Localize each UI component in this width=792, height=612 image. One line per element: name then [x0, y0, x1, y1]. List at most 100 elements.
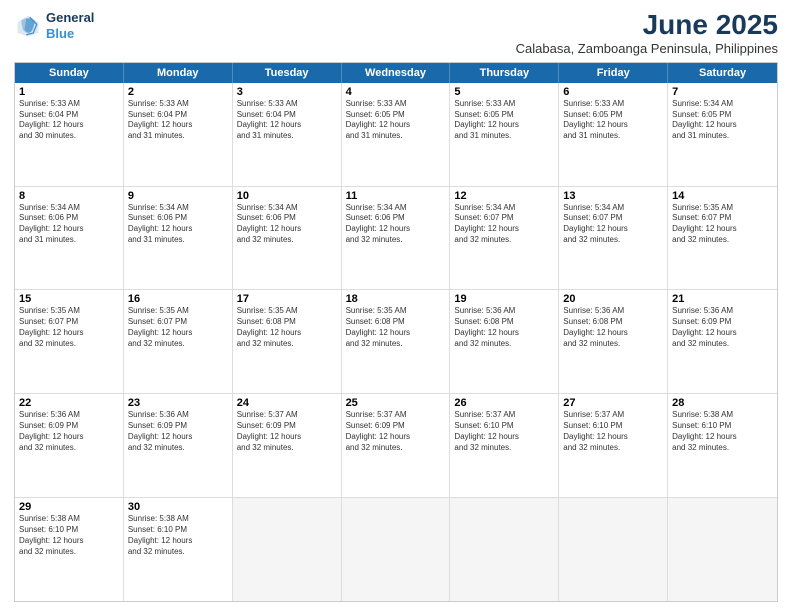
- logo-text: General Blue: [46, 10, 94, 41]
- header-day-wednesday: Wednesday: [342, 63, 451, 83]
- calendar-row-0: 1Sunrise: 5:33 AM Sunset: 6:04 PM Daylig…: [15, 83, 777, 187]
- calendar-cell: 26Sunrise: 5:37 AM Sunset: 6:10 PM Dayli…: [450, 394, 559, 497]
- cell-info: Sunrise: 5:37 AM Sunset: 6:10 PM Dayligh…: [454, 410, 554, 453]
- day-number: 16: [128, 293, 228, 305]
- day-number: 1: [19, 86, 119, 98]
- calendar-cell: 24Sunrise: 5:37 AM Sunset: 6:09 PM Dayli…: [233, 394, 342, 497]
- day-number: 25: [346, 397, 446, 409]
- day-number: 22: [19, 397, 119, 409]
- day-number: 29: [19, 501, 119, 513]
- calendar-row-1: 8 Sunrise: 5:34 AM Sunset: 6:06 PM Daylig…: [15, 187, 777, 291]
- day-number: 15: [19, 293, 119, 305]
- calendar-row-3: 22Sunrise: 5:36 AM Sunset: 6:09 PM Dayli…: [15, 394, 777, 498]
- calendar-cell: 17Sunrise: 5:35 AM Sunset: 6:08 PM Dayli…: [233, 290, 342, 393]
- cell-info: Sunrise: 5:33 AM Sunset: 6:04 PM Dayligh…: [128, 99, 228, 142]
- title-month: June 2025: [516, 10, 778, 41]
- header-day-saturday: Saturday: [668, 63, 777, 83]
- cell-info: Sunrise: 5:33 AM Sunset: 6:05 PM Dayligh…: [454, 99, 554, 142]
- cell-info: Sunrise: 5:37 AM Sunset: 6:10 PM Dayligh…: [563, 410, 663, 453]
- calendar-cell: 1Sunrise: 5:33 AM Sunset: 6:04 PM Daylig…: [15, 83, 124, 186]
- day-number: 26: [454, 397, 554, 409]
- day-number: 28: [672, 397, 773, 409]
- logo: General Blue: [14, 10, 94, 41]
- calendar-cell: 12Sunrise: 5:34 AM Sunset: 6:07 PM Dayli…: [450, 187, 559, 290]
- calendar-cell: 23Sunrise: 5:36 AM Sunset: 6:09 PM Dayli…: [124, 394, 233, 497]
- calendar-cell: 4Sunrise: 5:33 AM Sunset: 6:05 PM Daylig…: [342, 83, 451, 186]
- calendar-cell: 5Sunrise: 5:33 AM Sunset: 6:05 PM Daylig…: [450, 83, 559, 186]
- cell-info: Sunrise: 5:38 AM Sunset: 6:10 PM Dayligh…: [672, 410, 773, 453]
- calendar-cell: 30Sunrise: 5:38 AM Sunset: 6:10 PM Dayli…: [124, 498, 233, 601]
- calendar-cell: 25Sunrise: 5:37 AM Sunset: 6:09 PM Dayli…: [342, 394, 451, 497]
- calendar-cell: 15Sunrise: 5:35 AM Sunset: 6:07 PM Dayli…: [15, 290, 124, 393]
- calendar-header: SundayMondayTuesdayWednesdayThursdayFrid…: [15, 63, 777, 83]
- calendar-cell: 11Sunrise: 5:34 AM Sunset: 6:06 PM Dayli…: [342, 187, 451, 290]
- day-number: 24: [237, 397, 337, 409]
- header-day-monday: Monday: [124, 63, 233, 83]
- header-day-tuesday: Tuesday: [233, 63, 342, 83]
- calendar-cell: [233, 498, 342, 601]
- day-number: 2: [128, 86, 228, 98]
- day-number: 17: [237, 293, 337, 305]
- day-number: 20: [563, 293, 663, 305]
- calendar-cell: 19Sunrise: 5:36 AM Sunset: 6:08 PM Dayli…: [450, 290, 559, 393]
- day-number: 18: [346, 293, 446, 305]
- day-number: 6: [563, 86, 663, 98]
- calendar: SundayMondayTuesdayWednesdayThursdayFrid…: [14, 62, 778, 602]
- title-block: June 2025 Calabasa, Zamboanga Peninsula,…: [516, 10, 778, 56]
- calendar-cell: 10Sunrise: 5:34 AM Sunset: 6:06 PM Dayli…: [233, 187, 342, 290]
- day-number: 7: [672, 86, 773, 98]
- day-number: 30: [128, 501, 228, 513]
- cell-info: Sunrise: 5:33 AM Sunset: 6:04 PM Dayligh…: [237, 99, 337, 142]
- day-number: 23: [128, 397, 228, 409]
- calendar-cell: 28Sunrise: 5:38 AM Sunset: 6:10 PM Dayli…: [668, 394, 777, 497]
- calendar-cell: [559, 498, 668, 601]
- cell-info: Sunrise: 5:37 AM Sunset: 6:09 PM Dayligh…: [346, 410, 446, 453]
- calendar-cell: 13Sunrise: 5:34 AM Sunset: 6:07 PM Dayli…: [559, 187, 668, 290]
- day-number: 9: [128, 190, 228, 202]
- calendar-cell: 29Sunrise: 5:38 AM Sunset: 6:10 PM Dayli…: [15, 498, 124, 601]
- logo-icon: [14, 12, 42, 40]
- title-location: Calabasa, Zamboanga Peninsula, Philippin…: [516, 41, 778, 56]
- day-number: 27: [563, 397, 663, 409]
- header-day-thursday: Thursday: [450, 63, 559, 83]
- cell-info: Sunrise: 5:38 AM Sunset: 6:10 PM Dayligh…: [19, 514, 119, 557]
- day-number: 13: [563, 190, 663, 202]
- calendar-cell: [668, 498, 777, 601]
- logo-line1: General: [46, 10, 94, 26]
- cell-info: Sunrise: 5:33 AM Sunset: 6:04 PM Dayligh…: [19, 99, 119, 142]
- calendar-cell: 20Sunrise: 5:36 AM Sunset: 6:08 PM Dayli…: [559, 290, 668, 393]
- day-number: 3: [237, 86, 337, 98]
- calendar-cell: 22Sunrise: 5:36 AM Sunset: 6:09 PM Dayli…: [15, 394, 124, 497]
- calendar-cell: 8Sunrise: 5:34 AM Sunset: 6:06 PM Daylig…: [15, 187, 124, 290]
- day-number: 8: [19, 190, 119, 202]
- cell-info: Sunrise: 5:35 AM Sunset: 6:07 PM Dayligh…: [19, 306, 119, 349]
- calendar-row-4: 29Sunrise: 5:38 AM Sunset: 6:10 PM Dayli…: [15, 498, 777, 601]
- cell-info: Sunrise: 5:37 AM Sunset: 6:09 PM Dayligh…: [237, 410, 337, 453]
- day-number: 19: [454, 293, 554, 305]
- calendar-cell: 14Sunrise: 5:35 AM Sunset: 6:07 PM Dayli…: [668, 187, 777, 290]
- day-number: 5: [454, 86, 554, 98]
- cell-info: Sunrise: 5:34 AM Sunset: 6:05 PM Dayligh…: [672, 99, 773, 142]
- cell-info: Sunrise: 5:36 AM Sunset: 6:09 PM Dayligh…: [19, 410, 119, 453]
- cell-info: Sunrise: 5:33 AM Sunset: 6:05 PM Dayligh…: [346, 99, 446, 142]
- calendar-cell: 2Sunrise: 5:33 AM Sunset: 6:04 PM Daylig…: [124, 83, 233, 186]
- logo-line2: Blue: [46, 26, 94, 42]
- page: General Blue June 2025 Calabasa, Zamboan…: [0, 0, 792, 612]
- day-number: 4: [346, 86, 446, 98]
- cell-info: Sunrise: 5:35 AM Sunset: 6:07 PM Dayligh…: [128, 306, 228, 349]
- calendar-cell: 18Sunrise: 5:35 AM Sunset: 6:08 PM Dayli…: [342, 290, 451, 393]
- calendar-body: 1Sunrise: 5:33 AM Sunset: 6:04 PM Daylig…: [15, 83, 777, 601]
- calendar-cell: 7Sunrise: 5:34 AM Sunset: 6:05 PM Daylig…: [668, 83, 777, 186]
- cell-info: Sunrise: 5:34 AM Sunset: 6:06 PM Dayligh…: [128, 203, 228, 246]
- calendar-cell: 3Sunrise: 5:33 AM Sunset: 6:04 PM Daylig…: [233, 83, 342, 186]
- calendar-cell: [450, 498, 559, 601]
- calendar-cell: 16Sunrise: 5:35 AM Sunset: 6:07 PM Dayli…: [124, 290, 233, 393]
- calendar-cell: 6Sunrise: 5:33 AM Sunset: 6:05 PM Daylig…: [559, 83, 668, 186]
- calendar-cell: [342, 498, 451, 601]
- cell-info: Sunrise: 5:36 AM Sunset: 6:09 PM Dayligh…: [672, 306, 773, 349]
- calendar-row-2: 15Sunrise: 5:35 AM Sunset: 6:07 PM Dayli…: [15, 290, 777, 394]
- calendar-cell: 27Sunrise: 5:37 AM Sunset: 6:10 PM Dayli…: [559, 394, 668, 497]
- cell-info: Sunrise: 5:35 AM Sunset: 6:07 PM Dayligh…: [672, 203, 773, 246]
- cell-info: Sunrise: 5:36 AM Sunset: 6:08 PM Dayligh…: [454, 306, 554, 349]
- header-day-friday: Friday: [559, 63, 668, 83]
